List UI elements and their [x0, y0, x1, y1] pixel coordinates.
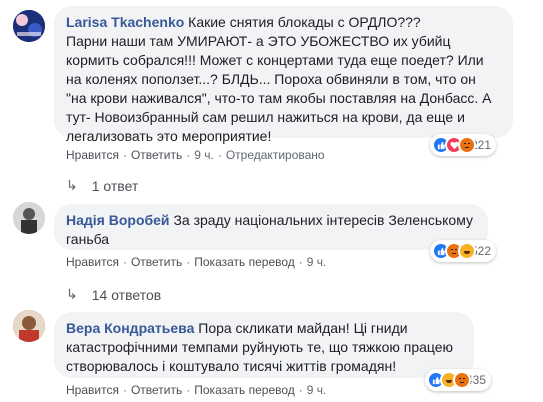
- comment-text-line: "на крови наживался", что-то там якобы п…: [66, 90, 492, 106]
- avatar[interactable]: [13, 310, 45, 342]
- comment-text-line: кормить собрался!!! Может с концертами т…: [66, 52, 484, 68]
- comment-bubble: Надія Воробей За зраду національних інте…: [54, 204, 488, 250]
- reactions-summary[interactable]: 221: [430, 134, 497, 156]
- timestamp[interactable]: 9 ч.: [194, 148, 214, 162]
- reply-link[interactable]: Ответить: [131, 148, 182, 162]
- reactions-summary[interactable]: 522: [430, 240, 497, 262]
- comment-author[interactable]: Надія Воробей: [66, 212, 170, 228]
- like-link[interactable]: Нравится: [66, 255, 119, 269]
- show-translation-link[interactable]: Показать перевод: [194, 255, 295, 269]
- view-replies-link[interactable]: ↳ 1 ответ: [66, 177, 138, 194]
- timestamp[interactable]: 9 ч.: [307, 383, 327, 397]
- reply-link[interactable]: Ответить: [131, 255, 182, 269]
- comment-text-line: на коленях поползет...? БЛДЬ... Пороха о…: [66, 71, 476, 87]
- view-replies-link[interactable]: ↳ 14 ответов: [66, 286, 161, 303]
- comment-text-line: ганьба: [66, 231, 110, 247]
- comment-text-line: катастрофічними темпами руйнують те, що …: [66, 339, 454, 355]
- replies-count[interactable]: 14 ответов: [92, 287, 161, 303]
- avatar[interactable]: [13, 10, 45, 42]
- comment-text-line: Пора скликати майдан! Ці гниди: [198, 320, 408, 336]
- timestamp[interactable]: 9 ч.: [307, 255, 327, 269]
- comment-actions: Нравится · Ответить · Показать перевод · 9 ч.: [66, 383, 327, 397]
- comment-actions: Нравится · Ответить · Показать перевод · 9 ч.: [66, 255, 327, 269]
- reply-link[interactable]: Ответить: [131, 383, 182, 397]
- comment-author[interactable]: Larisa Tkachenko: [66, 14, 184, 30]
- comment-text-line: створювалось і коштувало тисячі життів г…: [66, 358, 397, 374]
- angry-icon: [453, 371, 471, 389]
- comment-text-line: Парни наши там УМИРАЮТ- а ЭТО УБОЖЕСТВО …: [66, 33, 451, 49]
- avatar[interactable]: [13, 202, 45, 234]
- angry-icon: [458, 136, 476, 154]
- haha-icon: [458, 242, 476, 260]
- comment-bubble: Larisa Tkachenko Какие снятия блокады с …: [54, 6, 513, 144]
- comment-bubble: Вера Кондратьева Пора скликати майдан! Ц…: [54, 312, 474, 378]
- comment-author[interactable]: Вера Кондратьева: [66, 320, 194, 336]
- comment-actions: Нравится · Ответить · 9 ч. · Отредактировано: [66, 148, 325, 162]
- reply-arrow-icon: ↳: [66, 286, 78, 302]
- like-link[interactable]: Нравится: [66, 148, 119, 162]
- edited-label: Отредактировано: [225, 148, 325, 162]
- reply-arrow-icon: ↳: [66, 177, 78, 193]
- replies-count[interactable]: 1 ответ: [92, 178, 139, 194]
- comment-text-line: тут- Новоизбранный сам решил нажиться на…: [66, 109, 465, 125]
- comment-text-line: Какие снятия блокады с ОРДЛО???: [188, 14, 421, 30]
- show-translation-link[interactable]: Показать перевод: [194, 383, 295, 397]
- comment-text-line: За зраду національних інтересів Зеленськ…: [173, 212, 473, 228]
- reactions-summary[interactable]: 435: [425, 369, 492, 391]
- comment-text-line: легализовать это мероприятие!: [66, 128, 272, 144]
- like-link[interactable]: Нравится: [66, 383, 119, 397]
